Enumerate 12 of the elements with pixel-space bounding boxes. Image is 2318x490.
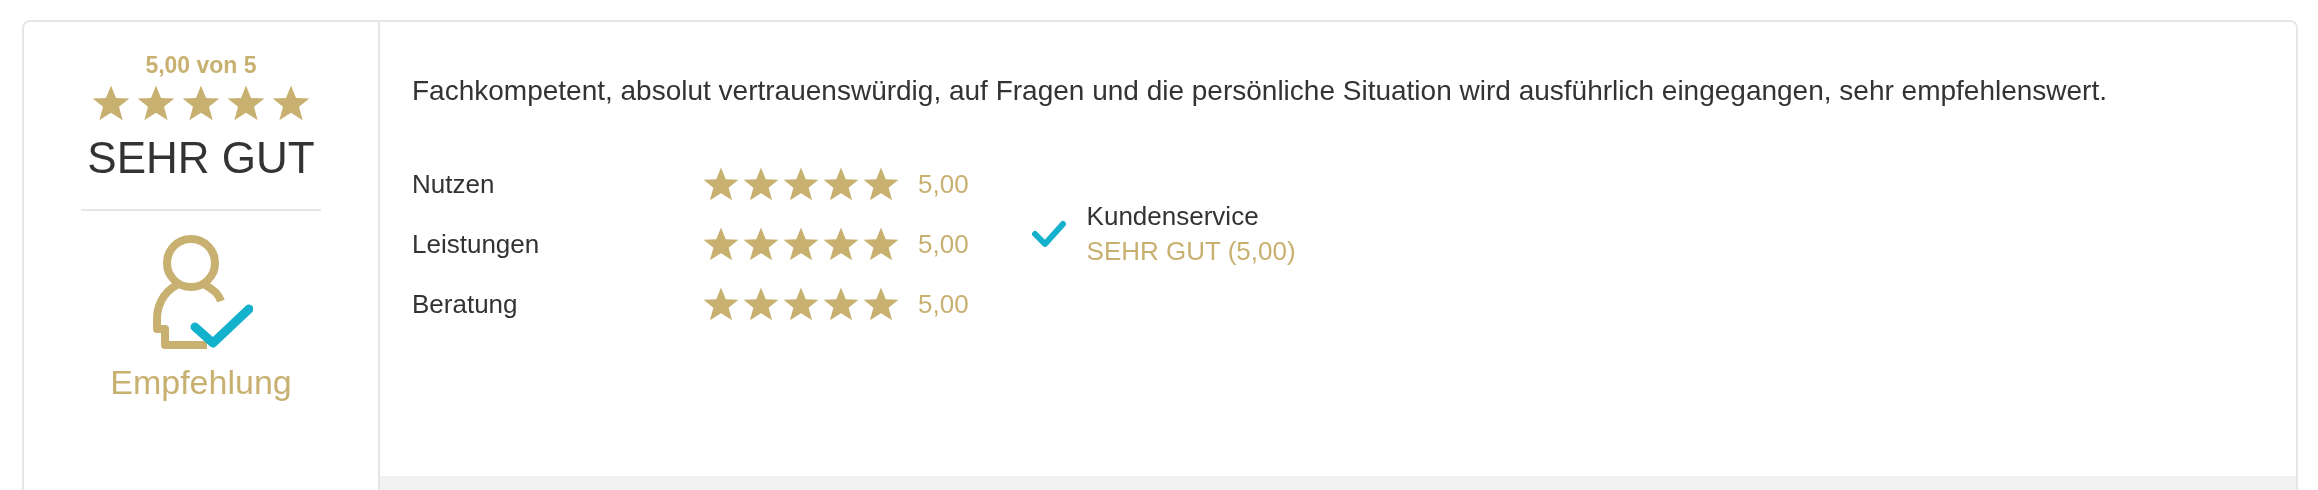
rating-label: Leistungen xyxy=(412,228,541,260)
rating-label: Nutzen xyxy=(412,168,496,200)
rating-value: 5,00 xyxy=(918,288,969,320)
rating-score: 5,00 von 5 xyxy=(145,52,257,79)
rating-value: 5,00 xyxy=(918,168,969,200)
review-text: Fachkompetent, absolut vertrauenswürdig, auf Fragen und die persönliche Situation wird ausführlich eingegangen, sehr empfehlenswert. xyxy=(412,74,2108,108)
rating-label: Beratung xyxy=(412,288,519,320)
rating-verdict: SEHR GUT xyxy=(87,133,315,183)
rating-value: 5,00 xyxy=(918,228,969,260)
recommendation-label: Empfehlung xyxy=(110,363,292,402)
category-rating: SEHR GUT (5,00) xyxy=(1086,236,1296,267)
category-label: Kundenservice xyxy=(1086,201,1260,232)
